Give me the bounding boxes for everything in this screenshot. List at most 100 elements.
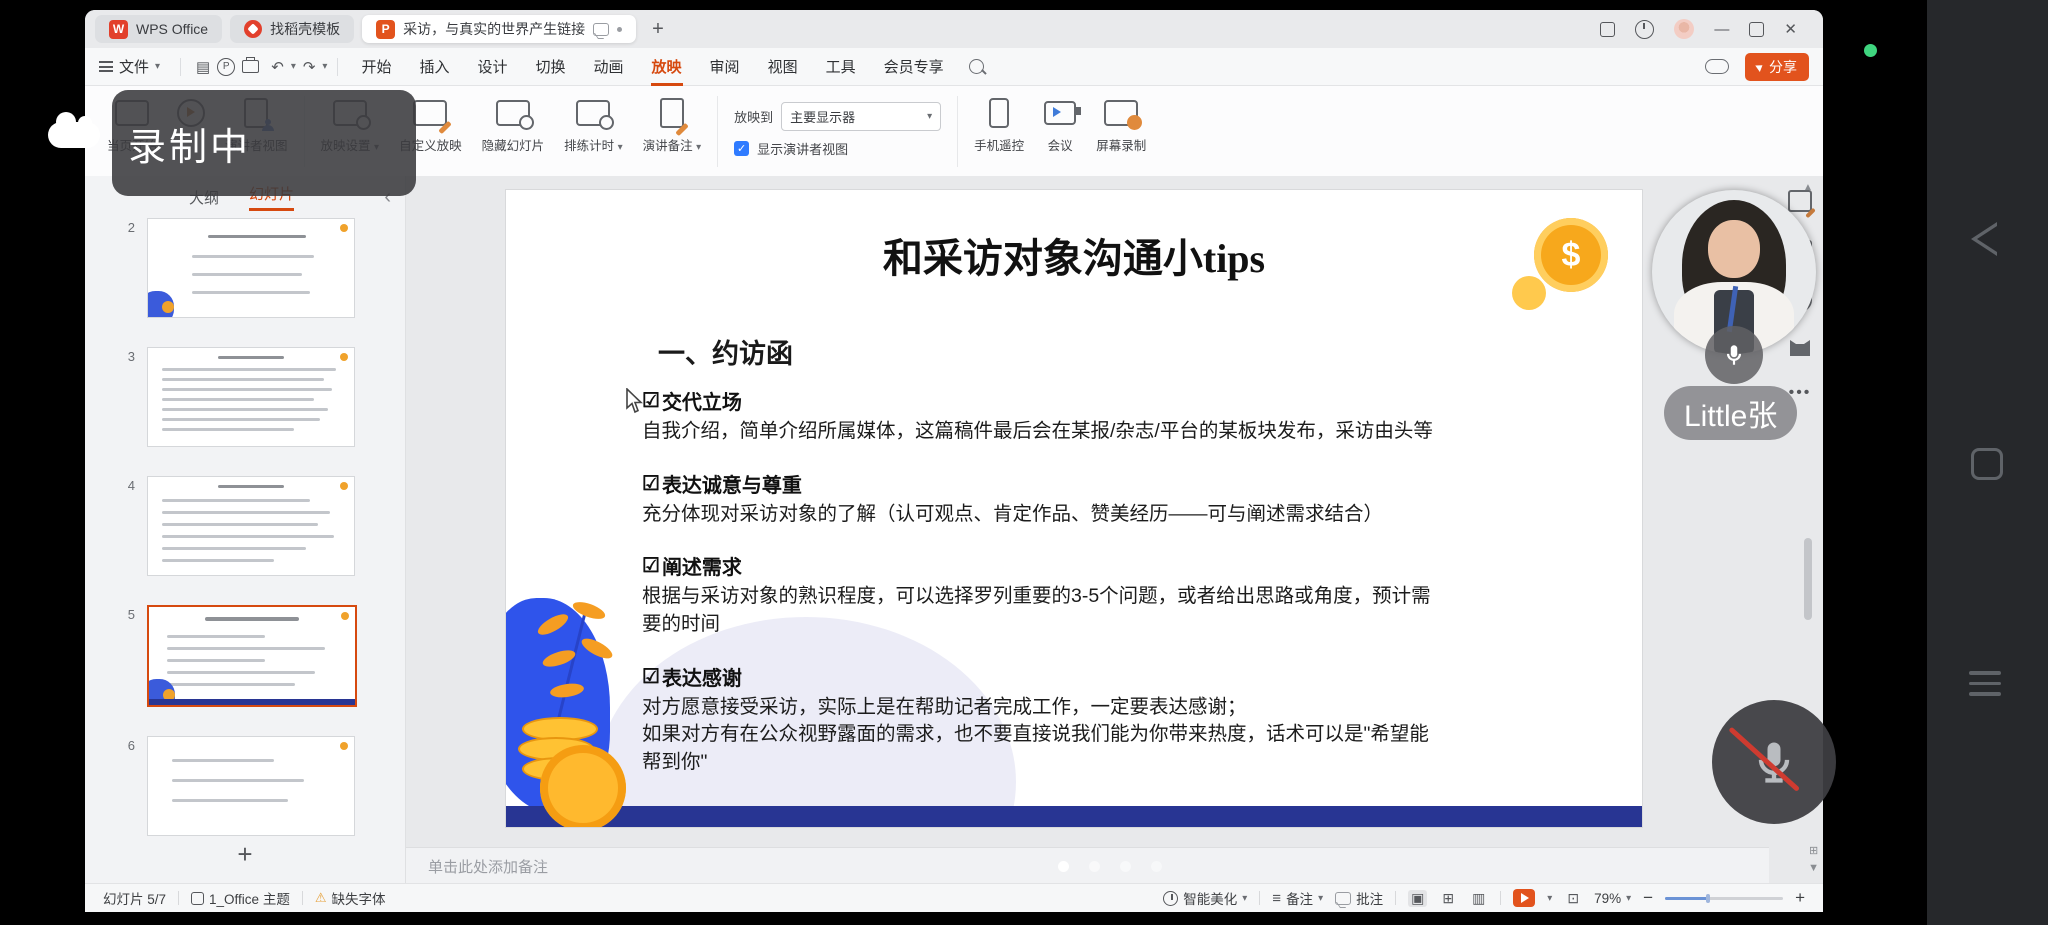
thumb-bottom-bar <box>149 699 355 705</box>
notes-button[interactable]: ≡ 备注▾ <box>1272 888 1323 908</box>
comment-icon <box>1335 892 1351 905</box>
edit-panel-icon[interactable] <box>1788 190 1812 212</box>
switch-window-icon[interactable] <box>1600 22 1615 37</box>
tab-docer-templates[interactable]: 找稻壳模板 <box>230 15 354 43</box>
search-icon[interactable] <box>969 59 984 74</box>
undo-icon[interactable]: ↶ <box>266 58 289 76</box>
file-menu[interactable]: 文件 ▾ <box>99 56 170 77</box>
show-presenter-view-toggle[interactable]: ✓ 显示演讲者视图 <box>734 139 941 158</box>
ribbon-speaker-notes[interactable]: 演讲备注 ▾ <box>643 98 702 177</box>
add-slide-button[interactable]: + <box>85 839 405 870</box>
meeting-camera-icon <box>1044 101 1076 125</box>
checkbox-glyph: ☑ <box>642 388 660 413</box>
ribbon-meeting[interactable]: 会议 <box>1044 98 1076 177</box>
notes-placeholder: 单击此处添加备注 <box>428 856 548 877</box>
undo-dropdown-icon[interactable]: ▾ <box>291 61 296 72</box>
share-button[interactable]: 分享 <box>1745 53 1809 81</box>
scrollbar-thumb[interactable] <box>1804 538 1812 620</box>
checkbox-checked-icon[interactable]: ✓ <box>734 141 749 156</box>
zoom-out-button[interactable]: − <box>1643 888 1653 908</box>
slide-thumbnail-2[interactable] <box>147 218 355 318</box>
zoom-in-button[interactable]: + <box>1795 888 1805 908</box>
new-tab-button[interactable]: + <box>644 18 672 41</box>
pagination-dots <box>1058 861 1162 872</box>
restore-button[interactable] <box>1749 22 1764 37</box>
menu-home[interactable]: 开始 <box>348 56 404 77</box>
normal-view-icon[interactable]: ▣ <box>1408 890 1427 907</box>
slide-title: 和采访对象沟通小tips <box>506 226 1642 284</box>
slide-thumbnail-5-selected[interactable] <box>147 605 357 707</box>
menu-design[interactable]: 设计 <box>464 56 520 77</box>
cloud-record-icon <box>48 122 100 148</box>
slide-sorter-icon[interactable]: ⊞ <box>1439 890 1457 907</box>
notes-doc-icon <box>660 98 684 128</box>
menu-insert[interactable]: 插入 <box>406 56 462 77</box>
coin-small-icon <box>1512 276 1546 310</box>
ribbon-rehearse-timing[interactable]: 排练计时 ▾ <box>564 98 623 177</box>
ribbon-hide-slide[interactable]: 隐藏幻灯片 <box>482 98 545 177</box>
speaker-mic-icon[interactable] <box>1705 326 1763 384</box>
menu-transition[interactable]: 切换 <box>523 56 579 77</box>
slide-thumbnail-4[interactable] <box>147 476 355 576</box>
slide-canvas[interactable]: 和采访对象沟通小tips $ 一、约访函 ☑交代立场 自我介绍，简单介绍所属媒体… <box>506 190 1642 827</box>
docer-logo-icon <box>244 20 262 38</box>
share-label: 分享 <box>1769 57 1797 77</box>
slide-counter: 幻灯片 5/7 <box>103 888 166 908</box>
menu-tools[interactable]: 工具 <box>813 56 869 77</box>
zoom-slider[interactable] <box>1665 897 1783 900</box>
smart-beautify-button[interactable]: 智能美化▾ <box>1163 888 1247 908</box>
menu-member[interactable]: 会员专享 <box>871 56 957 77</box>
account-avatar[interactable] <box>1674 19 1694 39</box>
screen: W WPS Office 找稻壳模板 P 采访，与真实的世界产生链接 + — <box>0 0 2048 925</box>
checkbox-glyph: ☑ <box>642 553 660 578</box>
comments-button[interactable]: 批注 <box>1335 888 1383 908</box>
theme-indicator[interactable]: 1_Office 主题 <box>191 888 290 908</box>
section-3: ☑阐述需求 根据与采访对象的熟识程度，可以选择罗列重要的3-5个问题，或者给出思… <box>642 551 1642 638</box>
nav-home-button[interactable] <box>1971 448 2003 480</box>
minimize-button[interactable]: — <box>1714 22 1729 37</box>
thumb-decor <box>162 301 174 313</box>
integration-mode-icon[interactable] <box>1635 20 1654 39</box>
play-options-icon[interactable]: ▾ <box>1547 893 1552 904</box>
monitor-clock-icon <box>576 100 610 126</box>
ribbon-screen-record[interactable]: 屏幕录制 <box>1096 98 1146 177</box>
print-icon[interactable] <box>242 60 259 73</box>
reading-view-icon[interactable]: ▥ <box>1469 890 1488 907</box>
tab-label: 采访，与真实的世界产生链接 <box>403 19 585 39</box>
coin-icon: $ <box>1534 218 1608 292</box>
more-commands-icon[interactable]: ▾ <box>322 61 327 72</box>
menu-animation[interactable]: 动画 <box>581 56 637 77</box>
tab-presentation-document[interactable]: P 采访，与真实的世界产生链接 <box>362 15 636 43</box>
fit-window-icon[interactable]: ⊡ <box>1564 890 1582 907</box>
menu-slideshow[interactable]: 放映 <box>639 56 695 77</box>
cloud-sync-icon[interactable] <box>1705 59 1729 74</box>
comment-bubble-icon[interactable] <box>593 23 609 36</box>
slide-panel: 大纲 幻灯片 ‹ 2 <box>85 176 406 884</box>
menu-review[interactable]: 审阅 <box>697 56 753 77</box>
menu-view[interactable]: 视图 <box>755 56 811 77</box>
save-icon[interactable]: ▤ <box>191 58 215 76</box>
section-2: ☑表达诚意与尊重 充分体现对采访对象的了解（认可观点、肯定作品、赞美经历——可与… <box>642 469 1642 529</box>
redo-icon[interactable]: ↷ <box>298 58 321 76</box>
nav-back-button[interactable] <box>1971 222 1997 256</box>
display-select[interactable]: 主要显示器 ▾ <box>781 102 941 131</box>
tab-wps-home[interactable]: W WPS Office <box>95 15 222 43</box>
slide-heading: 一、约访函 <box>658 332 793 371</box>
scroll-bottom-controls[interactable]: ⊞▼ <box>1808 843 1819 878</box>
coin-big-icon <box>540 745 626 827</box>
recording-label: 录制中 <box>128 116 251 171</box>
zoom-level[interactable]: 79%▾ <box>1594 891 1631 906</box>
close-button[interactable]: ✕ <box>1784 22 1797 37</box>
play-slideshow-button[interactable] <box>1513 889 1535 907</box>
missing-font-warning[interactable]: ⚠ 缺失字体 <box>315 888 386 908</box>
microphone-muted-button[interactable] <box>1712 700 1836 824</box>
checkbox-glyph: ☑ <box>642 664 660 689</box>
slide-number: 2 <box>113 218 135 235</box>
slide-thumbnail-3[interactable] <box>147 347 355 447</box>
tab-label: 找稻壳模板 <box>270 19 340 39</box>
phone-icon <box>989 98 1009 128</box>
slide-thumbnail-6[interactable] <box>147 736 355 836</box>
nav-recents-button[interactable] <box>1969 664 2001 703</box>
ribbon-phone-remote[interactable]: 手机遥控 <box>974 98 1024 177</box>
export-pdf-icon[interactable]: P <box>217 58 235 76</box>
